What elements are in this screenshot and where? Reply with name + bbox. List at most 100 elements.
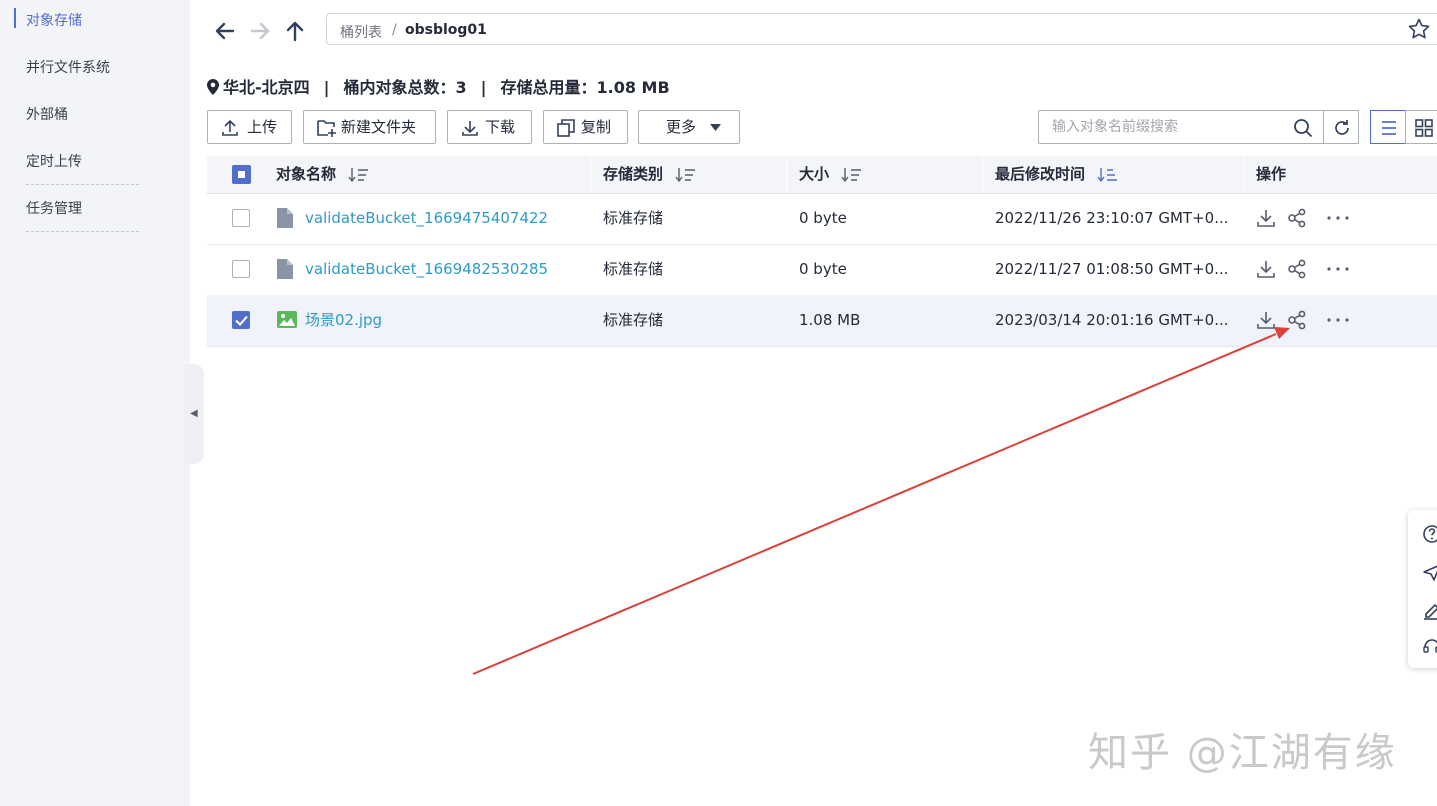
table-row: validateBucket_1669482530285 标准存储 0 byte… [207, 244, 1437, 296]
sort-icon[interactable] [348, 167, 370, 183]
column-header-modified[interactable]: 最后修改时间 [995, 156, 1119, 193]
list-view-icon [1382, 121, 1396, 135]
breadcrumb: 桶列表 / obsblog01 [326, 13, 1437, 45]
column-header-storage-class[interactable]: 存储类别 [603, 156, 697, 193]
floating-help-panel [1408, 510, 1437, 668]
grid-view-icon [1415, 119, 1433, 137]
sort-icon[interactable] [675, 167, 697, 183]
size-cell: 0 byte [799, 209, 847, 227]
download-icon[interactable] [1255, 207, 1277, 229]
search-input[interactable] [1050, 118, 1284, 136]
summary-separator: | [480, 78, 487, 97]
sidebar-item-object-storage[interactable]: 对象存储 [26, 6, 82, 36]
column-divider [982, 156, 983, 193]
sort-icon[interactable] [841, 167, 863, 183]
more-dots-icon[interactable] [1326, 317, 1350, 323]
more-dots-icon[interactable] [1326, 215, 1350, 221]
share-icon[interactable] [1286, 258, 1308, 280]
share-icon[interactable] [1286, 309, 1308, 331]
share-icon[interactable] [1286, 207, 1308, 229]
copy-icon [557, 119, 575, 137]
column-header-size-label: 大小 [799, 165, 830, 183]
size-cell: 1.08 MB [799, 311, 861, 329]
new-folder-button[interactable]: 新建文件夹 [303, 110, 436, 144]
sidebar: 对象存储 并行文件系统 外部桶 定时上传 任务管理 [0, 0, 190, 806]
upload-button-label: 上传 [247, 118, 278, 136]
storage-class-cell: 标准存储 [603, 209, 664, 227]
size-cell: 0 byte [799, 260, 847, 278]
column-header-name[interactable]: 对象名称 [276, 156, 370, 193]
sidebar-item-parallel-fs[interactable]: 并行文件系统 [26, 53, 110, 83]
download-icon[interactable] [1255, 309, 1277, 331]
row-checkbox-checked[interactable] [232, 311, 250, 329]
upload-icon [222, 119, 238, 136]
more-button-label: 更多 [666, 118, 697, 136]
copy-button-label: 复制 [581, 118, 612, 136]
select-all-checkbox[interactable] [232, 165, 251, 184]
watermark: 知乎 @江湖有缘 [1088, 730, 1397, 776]
sidebar-item-task-management[interactable]: 任务管理 [26, 194, 82, 224]
refresh-button[interactable] [1323, 110, 1359, 144]
help-icon[interactable] [1422, 524, 1437, 544]
caret-down-icon [710, 124, 721, 131]
modified-cell: 2022/11/26 23:10:07 GMT+0... [995, 209, 1229, 227]
breadcrumb-root-link[interactable]: 桶列表 [340, 22, 382, 42]
search-icon[interactable] [1293, 118, 1313, 138]
forward-arrow-icon[interactable] [247, 18, 273, 44]
download-icon[interactable] [1255, 258, 1277, 280]
search-box [1038, 110, 1324, 144]
breadcrumb-current: obsblog01 [405, 22, 487, 38]
sort-active-icon[interactable] [1097, 167, 1119, 183]
object-name-link[interactable]: 场景02.jpg [305, 295, 382, 346]
row-checkbox[interactable] [232, 209, 250, 227]
modified-cell: 2022/11/27 01:08:50 GMT+0... [995, 260, 1229, 278]
storage-class-cell: 标准存储 [603, 311, 664, 329]
more-dots-icon[interactable] [1326, 266, 1350, 272]
customer-service-icon[interactable] [1422, 636, 1437, 656]
table-header: 对象名称 存储类别 大小 最后修改时间 操作 [207, 156, 1437, 194]
up-arrow-icon[interactable] [282, 18, 308, 44]
column-header-modified-label: 最后修改时间 [995, 165, 1086, 183]
column-header-size[interactable]: 大小 [799, 156, 863, 193]
file-icon [277, 208, 293, 228]
sidebar-divider [26, 231, 139, 232]
copy-button[interactable]: 复制 [543, 110, 628, 144]
list-view-toggle[interactable] [1370, 110, 1406, 144]
column-header-storage-class-label: 存储类别 [603, 165, 664, 183]
sidebar-active-indicator [14, 8, 16, 28]
bucket-summary: 华北-北京四 | 桶内对象总数：3 | 存储总用量：1.08 MB [207, 74, 670, 98]
new-folder-button-label: 新建文件夹 [341, 118, 417, 136]
upload-button[interactable]: 上传 [207, 110, 292, 144]
refresh-icon [1335, 120, 1349, 135]
column-divider [590, 156, 591, 193]
more-dropdown-button[interactable]: 更多 [638, 110, 740, 144]
checkmark-icon [235, 315, 248, 326]
summary-separator: | [323, 78, 330, 97]
breadcrumb-separator: / [392, 22, 397, 38]
modified-cell: 2023/03/14 20:01:16 GMT+0... [995, 311, 1229, 329]
column-header-name-label: 对象名称 [276, 165, 337, 183]
object-count: 桶内对象总数：3 [343, 78, 467, 97]
back-arrow-icon[interactable] [212, 18, 238, 44]
row-checkbox[interactable] [232, 260, 250, 278]
star-icon[interactable] [1407, 17, 1431, 41]
table-row: validateBucket_1669475407422 标准存储 0 byte… [207, 193, 1437, 245]
column-header-actions: 操作 [1256, 165, 1287, 183]
edit-icon[interactable] [1422, 600, 1437, 620]
sidebar-collapse-toggle[interactable]: ◀ [184, 364, 204, 464]
file-icon [277, 259, 293, 279]
object-name-link[interactable]: validateBucket_1669475407422 [305, 193, 548, 244]
sidebar-item-external-bucket[interactable]: 外部桶 [26, 100, 68, 130]
image-file-icon [277, 311, 297, 328]
grid-view-toggle[interactable] [1405, 110, 1437, 144]
sidebar-item-scheduled-upload[interactable]: 定时上传 [26, 147, 82, 177]
object-name-link[interactable]: validateBucket_1669482530285 [305, 244, 548, 295]
chevron-left-icon: ◀ [190, 408, 198, 419]
sidebar-divider [26, 184, 139, 185]
download-button[interactable]: 下载 [447, 110, 532, 144]
location-pin-icon [207, 79, 219, 95]
column-divider [1243, 156, 1244, 193]
storage-used: 存储总用量：1.08 MB [500, 78, 670, 97]
send-icon[interactable] [1422, 562, 1437, 582]
new-folder-icon [317, 120, 336, 137]
